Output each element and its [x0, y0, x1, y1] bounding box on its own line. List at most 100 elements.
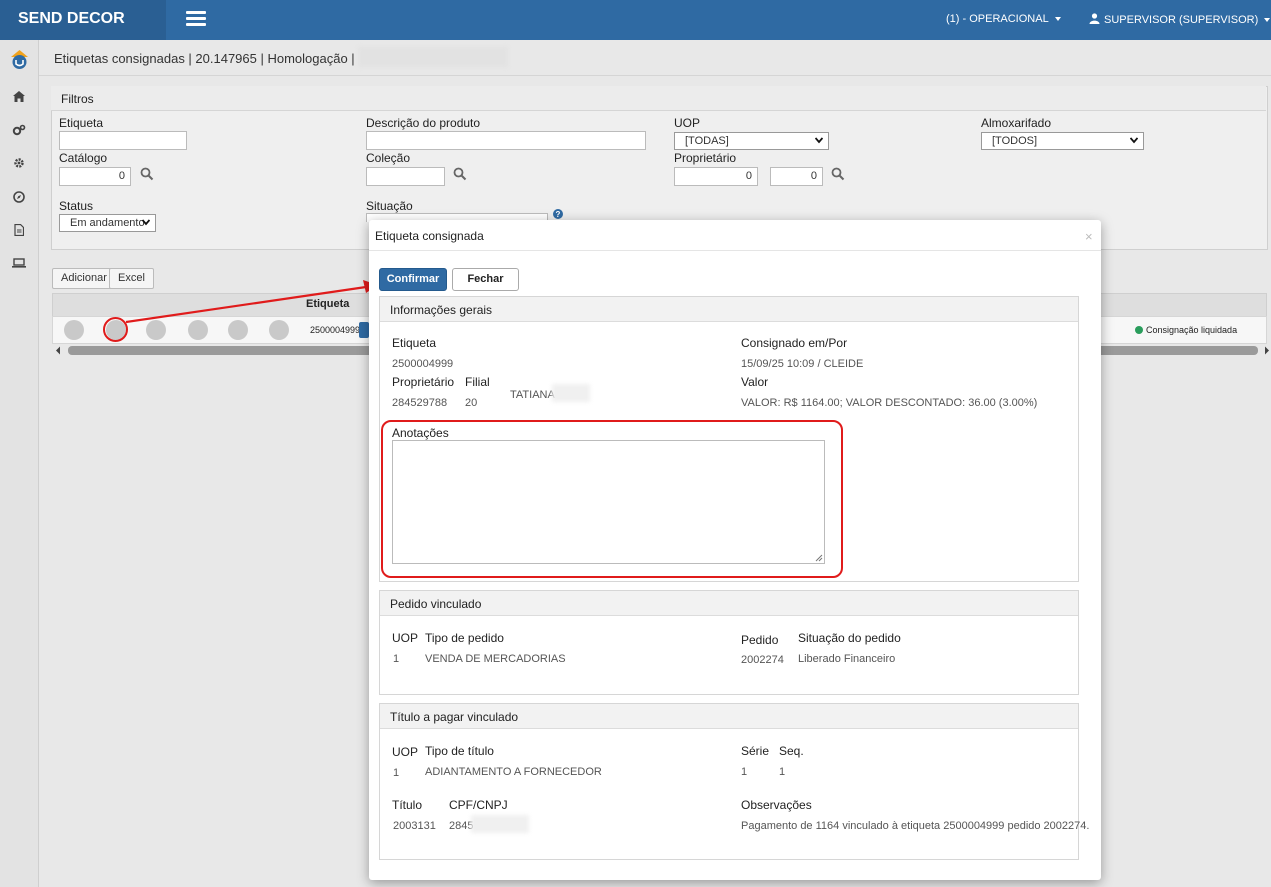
user-icon [1089, 13, 1100, 24]
filial-value: 20 [465, 397, 478, 409]
titulo-section: Título a pagar vinculado [379, 703, 1079, 860]
gears-icon[interactable] [12, 124, 26, 136]
search-icon[interactable] [453, 167, 467, 181]
divider [39, 75, 1271, 76]
serie-value: 1 [741, 766, 748, 778]
confirm-button[interactable]: Confirmar [379, 268, 447, 291]
etiqueta-label: Etiqueta [392, 336, 437, 350]
valor-label: Valor [741, 375, 769, 389]
titulo-label: Título [392, 798, 423, 812]
scroll-right-icon[interactable] [1264, 346, 1270, 355]
etiqueta-filter-label: Etiqueta [59, 116, 104, 130]
filters-panel-header [51, 86, 1266, 111]
titulo-value: 2003131 [393, 820, 436, 832]
catalogo-filter-input[interactable]: 0 [59, 167, 131, 186]
app-logo-icon[interactable] [9, 48, 30, 70]
titulo-title: Título a pagar vinculado [390, 710, 519, 724]
breadcrumb: Etiquetas consignadas | 20.147965 | Homo… [54, 51, 355, 66]
pedido-title: Pedido vinculado [390, 597, 482, 611]
chevron-down-icon [815, 137, 823, 144]
proprietario-label: Proprietário [392, 375, 455, 389]
search-icon[interactable] [831, 167, 845, 181]
user-menu[interactable]: SUPERVISOR (SUPERVISOR) [1089, 13, 1271, 26]
general-info-title: Informações gerais [390, 303, 493, 317]
gear-icon[interactable] [13, 157, 25, 169]
svg-text:?: ? [556, 210, 561, 219]
annotation-arrow [125, 280, 378, 324]
menu-toggle-icon[interactable] [186, 11, 206, 27]
etiqueta-value: 2500004999 [392, 358, 454, 370]
descricao-filter-input[interactable] [366, 131, 646, 150]
divider [369, 250, 1101, 251]
uop-filter-label: UOP [674, 116, 701, 130]
tipo-pedido-label: Tipo de pedido [425, 631, 504, 645]
proprietario-value: 284529788 [392, 397, 448, 409]
company-menu[interactable]: (1) - OPERACIONAL [946, 13, 1061, 25]
search-icon[interactable] [140, 167, 154, 181]
consignado-label: Consignado em/Por [741, 336, 848, 350]
observacoes-value: Pagamento de 1164 vinculado à etiqueta 2… [741, 820, 1090, 832]
colecao-filter-input[interactable] [366, 167, 445, 186]
consignado-value: 15/09/25 10:09 / CLEIDE [741, 358, 864, 370]
scroll-left-icon[interactable] [55, 346, 61, 355]
catalogo-filter-label: Catálogo [59, 151, 108, 165]
chevron-down-icon [1130, 137, 1138, 144]
close-button[interactable]: Fechar [452, 268, 519, 291]
section-header [380, 591, 1078, 616]
tipo-pedido-value: VENDA DE MERCADORIAS [425, 653, 566, 665]
descricao-filter-label: Descrição do produto [366, 116, 481, 130]
chevron-down-icon [1054, 17, 1061, 22]
proprietario-name: TATIANA [510, 389, 555, 401]
serie-label: Série [741, 744, 770, 758]
tipo-titulo-label: Tipo de título [425, 744, 494, 758]
redacted-area [358, 47, 508, 67]
filters-title: Filtros [61, 92, 94, 106]
document-icon[interactable] [14, 224, 24, 236]
almox-filter-label: Almoxarifado [981, 116, 1052, 130]
almox-filter-value: [TODOS] [992, 135, 1038, 147]
cpf-label: CPF/CNPJ [449, 798, 508, 812]
situacao-pedido-value: Liberado Financeiro [798, 653, 896, 665]
add-button[interactable]: Adicionar [52, 268, 116, 289]
pedido-uop-label: UOP [392, 631, 419, 645]
close-icon[interactable]: × [1085, 229, 1093, 244]
home-icon[interactable] [13, 91, 25, 102]
laptop-icon[interactable] [12, 258, 26, 268]
valor-value: VALOR: R$ 1164.00; VALOR DESCONTADO: 36.… [741, 397, 1038, 409]
proprietario-filter-input[interactable]: 0 [674, 167, 758, 186]
titulo-uop-label: UOP [392, 745, 419, 759]
cpf-value: 2845 [449, 820, 474, 832]
tipo-titulo-value: ADIANTAMENTO A FORNECEDOR [425, 766, 602, 778]
company-menu-label: (1) - OPERACIONAL [946, 13, 1049, 25]
brand-logo[interactable]: SEND DECOR [0, 0, 166, 40]
modal-title: Etiqueta consignada [375, 229, 484, 243]
row-status: Consignação liquidada [1146, 325, 1238, 335]
status-filter-value: Em andamento [70, 217, 145, 229]
chevron-down-icon [1264, 18, 1271, 23]
pedido-uop-value: 1 [393, 653, 400, 665]
annotation-highlight [381, 420, 843, 578]
proprietario-filial-input[interactable]: 0 [770, 167, 823, 186]
observacoes-label: Observações [741, 798, 812, 812]
uop-filter-select[interactable]: [TODAS] [674, 132, 829, 150]
status-dot [1135, 326, 1143, 334]
status-filter-select[interactable]: Em andamento [59, 214, 156, 232]
compass-icon[interactable] [13, 191, 25, 203]
chevron-down-icon [142, 219, 150, 226]
filial-label: Filial [465, 375, 490, 389]
almox-filter-select[interactable]: [TODOS] [981, 132, 1144, 150]
status-filter-label: Status [59, 199, 94, 213]
redacted-area [552, 384, 590, 402]
situacao-filter-label: Situação [366, 199, 413, 213]
seq-value: 1 [779, 766, 786, 778]
uop-filter-value: [TODAS] [685, 135, 729, 147]
view-icon[interactable] [64, 320, 84, 340]
etiqueta-filter-input[interactable] [59, 131, 187, 150]
help-icon[interactable]: ? [553, 209, 563, 219]
pedido-label: Pedido [741, 633, 779, 647]
user-menu-label: SUPERVISOR (SUPERVISOR) [1104, 14, 1259, 26]
redacted-area [471, 815, 529, 833]
situacao-pedido-label: Situação do pedido [798, 631, 901, 645]
seq-label: Seq. [779, 744, 804, 758]
titulo-uop-value: 1 [393, 767, 400, 779]
